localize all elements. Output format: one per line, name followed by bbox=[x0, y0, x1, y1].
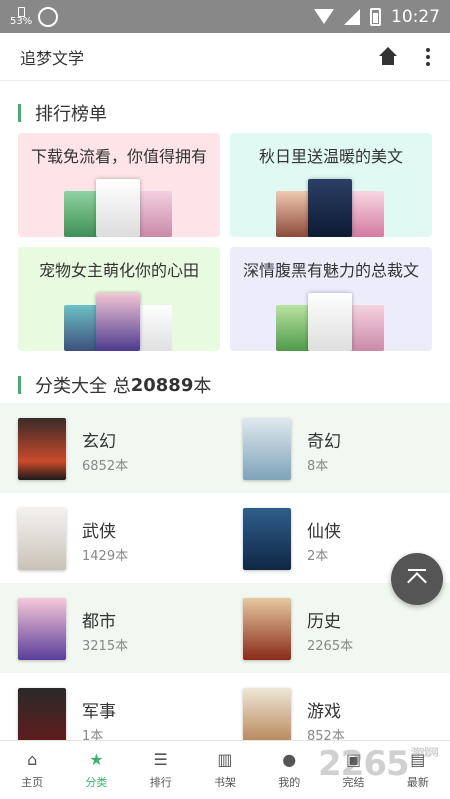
category-cover bbox=[243, 508, 291, 570]
wifi-icon bbox=[314, 9, 334, 24]
nav-item-bookshelf[interactable]: ▥ 书架 bbox=[193, 741, 257, 799]
ranking-card[interactable]: 深情腹黑有魅力的总裁文 bbox=[230, 247, 432, 351]
category-cover bbox=[18, 508, 66, 570]
back-to-top-icon bbox=[408, 569, 426, 571]
category-item-xuanhuan[interactable]: 玄幻 6852本 bbox=[0, 403, 225, 493]
book-covers bbox=[276, 177, 386, 237]
book-cover bbox=[96, 293, 140, 351]
categories-heading-prefix: 分类大全 总 bbox=[35, 376, 131, 397]
app-title: 追梦文学 bbox=[20, 48, 85, 68]
book-cover bbox=[308, 179, 352, 237]
book-covers bbox=[276, 291, 386, 351]
ranking-card-title: 下载免流看，你值得拥有 bbox=[30, 147, 207, 166]
category-name: 游戏 bbox=[307, 702, 341, 722]
heading-accent-bar bbox=[18, 376, 21, 394]
category-name: 仙侠 bbox=[307, 522, 341, 542]
nav-item-ranking[interactable]: ☰ 排行 bbox=[129, 741, 193, 799]
category-count: 2本 bbox=[307, 549, 329, 564]
category-count: 3215本 bbox=[82, 639, 129, 654]
category-name: 玄幻 bbox=[82, 432, 116, 452]
category-name: 武侠 bbox=[82, 522, 116, 542]
ranking-list-icon: ☰ bbox=[153, 750, 168, 769]
category-name: 都市 bbox=[82, 612, 116, 632]
nav-item-mine[interactable]: ● 我的 bbox=[257, 741, 321, 799]
category-item-dushi[interactable]: 都市 3215本 bbox=[0, 583, 225, 673]
heading-accent-bar bbox=[18, 104, 21, 122]
chevron-up-icon bbox=[407, 572, 427, 592]
categories-heading-suffix: 本 bbox=[193, 376, 212, 397]
user-icon: ● bbox=[282, 750, 297, 769]
home-icon[interactable] bbox=[378, 46, 398, 67]
category-icon: ★ bbox=[89, 750, 104, 769]
status-time: 10:27 bbox=[391, 6, 440, 27]
nav-item-latest[interactable]: ▤ 最新 bbox=[386, 741, 450, 799]
nav-label: 最新 bbox=[406, 776, 429, 789]
category-count: 8本 bbox=[307, 459, 329, 474]
battery-small-icon: 53% bbox=[10, 7, 33, 27]
ranking-heading-text: 排行榜单 bbox=[35, 104, 107, 125]
category-row: 玄幻 6852本 奇幻 8本 bbox=[0, 403, 450, 493]
category-cover bbox=[243, 598, 291, 660]
more-vertical-icon[interactable] bbox=[426, 47, 430, 66]
ranking-card-title: 深情腹黑有魅力的总裁文 bbox=[242, 261, 419, 280]
book-cover bbox=[308, 293, 352, 351]
book-cover bbox=[96, 179, 140, 237]
category-item-wuxia[interactable]: 武侠 1429本 bbox=[0, 493, 225, 583]
book-covers bbox=[64, 291, 174, 351]
bottom-nav: ⌂ 主页 ★ 分类 ☰ 排行 ▥ 书架 ● 我的 ▣ 完结 ▤ 最新 bbox=[0, 740, 450, 799]
nav-item-finished[interactable]: ▣ 完结 bbox=[321, 741, 385, 799]
app-status-icon bbox=[38, 6, 59, 27]
nav-label: 分类 bbox=[85, 776, 108, 789]
category-name: 军事 bbox=[82, 702, 116, 722]
category-count: 1429本 bbox=[82, 549, 129, 564]
finished-icon: ▣ bbox=[345, 750, 362, 769]
category-cover bbox=[18, 418, 66, 480]
nav-label: 书架 bbox=[213, 776, 236, 789]
category-cover bbox=[243, 418, 291, 480]
battery-percent: 53% bbox=[10, 16, 33, 27]
categories-total: 20889 bbox=[130, 374, 194, 396]
battery-icon bbox=[370, 7, 381, 26]
nav-item-home[interactable]: ⌂ 主页 bbox=[0, 741, 64, 799]
categories-heading: 分类大全 总 20889 本 bbox=[18, 372, 211, 398]
ranking-card[interactable]: 秋日里送温暖的美文 bbox=[230, 133, 432, 237]
nav-label: 我的 bbox=[278, 776, 301, 789]
category-name: 历史 bbox=[307, 612, 341, 632]
category-cover bbox=[18, 598, 66, 660]
category-item-qihuan[interactable]: 奇幻 8本 bbox=[225, 403, 450, 493]
ranking-card-title: 秋日里送温暖的美文 bbox=[258, 147, 403, 166]
nav-item-category[interactable]: ★ 分类 bbox=[64, 741, 128, 799]
category-row: 都市 3215本 历史 2265本 bbox=[0, 583, 450, 673]
ranking-card[interactable]: 下载免流看，你值得拥有 bbox=[18, 133, 220, 237]
category-row: 武侠 1429本 仙侠 2本 bbox=[0, 493, 450, 583]
ranking-card[interactable]: 宠物女主萌化你的心田 bbox=[18, 247, 220, 351]
latest-icon: ▤ bbox=[410, 750, 426, 769]
book-covers bbox=[64, 177, 174, 237]
category-name: 奇幻 bbox=[307, 432, 341, 452]
nav-label: 排行 bbox=[149, 776, 172, 789]
home-icon: ⌂ bbox=[27, 750, 38, 769]
ranking-heading: 排行榜单 bbox=[18, 100, 107, 126]
category-count: 6852本 bbox=[82, 459, 129, 474]
bookshelf-icon: ▥ bbox=[217, 750, 233, 769]
nav-label: 主页 bbox=[21, 776, 44, 789]
nav-label: 完结 bbox=[342, 776, 365, 789]
status-bar: 53% 10:27 bbox=[0, 0, 450, 33]
signal-icon bbox=[344, 8, 360, 25]
category-count: 2265本 bbox=[307, 639, 354, 654]
back-to-top-button[interactable] bbox=[391, 553, 443, 605]
app-header: 追梦文学 bbox=[0, 33, 450, 81]
ranking-card-title: 宠物女主萌化你的心田 bbox=[38, 261, 199, 280]
